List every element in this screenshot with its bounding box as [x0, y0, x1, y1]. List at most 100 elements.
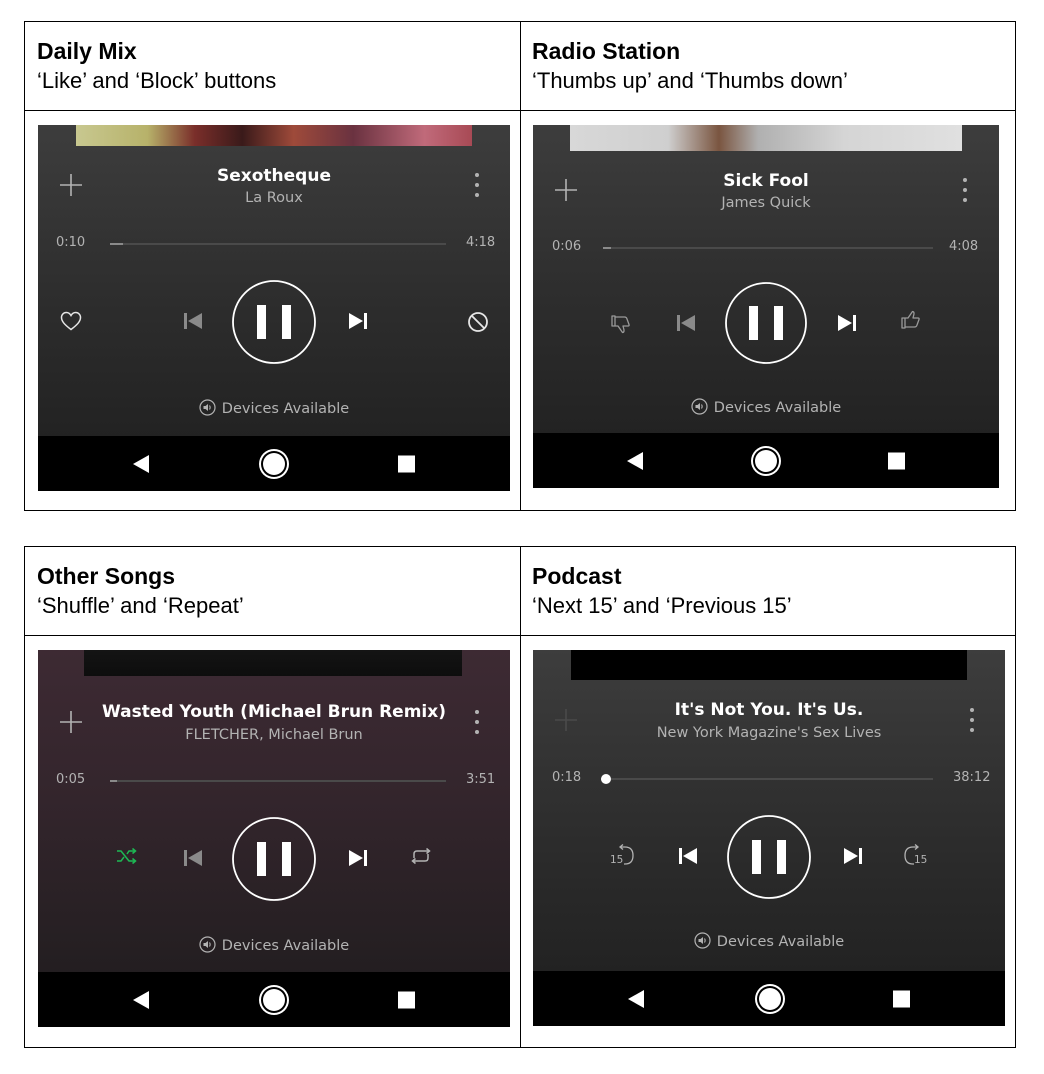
progress-bar[interactable]	[601, 774, 933, 784]
more-options-icon[interactable]	[962, 177, 968, 203]
repeat-icon[interactable]	[410, 847, 432, 865]
android-nav-bar	[533, 971, 1005, 1026]
skip-previous-icon[interactable]	[678, 846, 698, 866]
elapsed-time: 0:05	[56, 772, 86, 787]
panel-heading: Daily Mix	[37, 38, 137, 64]
more-options-icon[interactable]	[969, 707, 975, 733]
track-duration: 4:18	[466, 235, 496, 250]
player-screen-other-songs: Wasted Youth (Michael Brun Remix) FLETCH…	[38, 650, 510, 1027]
recent-apps-icon[interactable]	[893, 990, 910, 1007]
skip-seconds-label: 15	[610, 854, 623, 866]
home-icon[interactable]	[263, 988, 285, 1011]
elapsed-time: 0:10	[56, 235, 86, 250]
home-icon[interactable]	[759, 987, 781, 1010]
skip-previous-icon[interactable]	[676, 313, 696, 333]
track-artist[interactable]: James Quick	[533, 195, 999, 211]
skip-previous-icon[interactable]	[183, 848, 203, 868]
player-screen-podcast: It's Not You. It's Us. New York Magazine…	[533, 650, 1005, 1026]
track-title: Wasted Youth (Michael Brun Remix)	[102, 702, 446, 722]
devices-available[interactable]: Devices Available	[38, 936, 510, 954]
skip-seconds-label: 15	[914, 854, 927, 866]
track-title: Sick Fool	[723, 171, 809, 191]
recent-apps-icon[interactable]	[398, 991, 415, 1008]
android-nav-bar	[38, 436, 510, 491]
progress-fill	[110, 780, 117, 782]
devices-label: Devices Available	[716, 934, 845, 950]
comparison-table-top: Daily Mix ‘Like’ and ‘Block’ buttons Rad…	[24, 21, 1016, 511]
album-art	[76, 125, 472, 146]
home-icon[interactable]	[263, 452, 285, 475]
elapsed-time: 0:18	[552, 770, 582, 785]
track-title: Sexotheque	[217, 166, 331, 186]
speaker-icon	[691, 398, 708, 415]
album-art	[84, 650, 462, 676]
home-icon[interactable]	[755, 449, 777, 472]
thumbs-down-icon[interactable]	[610, 313, 632, 335]
player-screen-daily-mix: Sexotheque La Roux 0:10 4:18 Devices Ava…	[38, 125, 510, 491]
panel-heading: Radio Station	[532, 38, 681, 64]
header-cell-podcast: Podcast ‘Next 15’ and ‘Previous 15’	[520, 547, 1015, 635]
skip-next-icon[interactable]	[348, 311, 368, 331]
heart-icon[interactable]	[60, 311, 82, 331]
track-title: It's Not You. It's Us.	[674, 700, 864, 720]
recent-apps-icon[interactable]	[888, 452, 905, 469]
player-screen-radio-station: Sick Fool James Quick 0:06 4:08 Devices …	[533, 125, 999, 488]
elapsed-time: 0:06	[552, 239, 582, 254]
header-cell-other-songs: Other Songs ‘Shuffle’ and ‘Repeat’	[25, 547, 520, 635]
pause-button[interactable]	[231, 279, 317, 365]
more-options-icon[interactable]	[474, 709, 480, 735]
header-cell-radio-station: Radio Station ‘Thumbs up’ and ‘Thumbs do…	[520, 22, 1015, 110]
track-duration: 4:08	[949, 239, 979, 254]
rewind-15-icon[interactable]: 15	[609, 844, 635, 868]
back-icon[interactable]	[133, 454, 149, 473]
speaker-icon	[694, 932, 711, 949]
forward-15-icon[interactable]: 15	[903, 844, 929, 868]
track-artist[interactable]: FLETCHER, Michael Brun	[38, 727, 510, 743]
progress-fill	[110, 243, 123, 245]
back-icon[interactable]	[133, 990, 149, 1009]
progress-fill	[603, 247, 611, 249]
panel-heading: Other Songs	[37, 563, 176, 589]
panel-subheading: ‘Like’ and ‘Block’ buttons	[37, 68, 277, 93]
progress-bar[interactable]	[110, 243, 446, 245]
more-options-icon[interactable]	[474, 172, 480, 198]
panel-heading: Podcast	[532, 563, 622, 589]
devices-available[interactable]: Devices Available	[38, 399, 510, 417]
skip-previous-icon[interactable]	[183, 311, 203, 331]
skip-next-icon[interactable]	[348, 848, 368, 868]
pause-button[interactable]	[726, 814, 812, 900]
shuffle-icon[interactable]	[116, 847, 138, 865]
panel-subheading: ‘Shuffle’ and ‘Repeat’	[37, 593, 244, 618]
panel-subheading: ‘Thumbs up’ and ‘Thumbs down’	[532, 68, 848, 93]
track-artist[interactable]: New York Magazine's Sex Lives	[533, 725, 1005, 741]
comparison-table-bottom: Other Songs ‘Shuffle’ and ‘Repeat’ Podca…	[24, 546, 1016, 1048]
speaker-icon	[199, 936, 216, 953]
panel-subheading: ‘Next 15’ and ‘Previous 15’	[532, 593, 792, 618]
track-artist[interactable]: La Roux	[38, 190, 510, 206]
header-cell-daily-mix: Daily Mix ‘Like’ and ‘Block’ buttons	[25, 22, 520, 110]
track-duration: 38:12	[953, 770, 991, 785]
skip-next-icon[interactable]	[843, 846, 863, 866]
progress-bar[interactable]	[603, 247, 933, 249]
progress-knob[interactable]	[601, 774, 611, 784]
back-icon[interactable]	[627, 451, 643, 470]
album-art	[571, 650, 967, 680]
android-nav-bar	[38, 972, 510, 1027]
album-art	[570, 125, 962, 151]
track-duration: 3:51	[466, 772, 496, 787]
devices-available[interactable]: Devices Available	[533, 932, 1005, 950]
devices-label: Devices Available	[221, 401, 350, 417]
devices-label: Devices Available	[221, 938, 350, 954]
block-icon[interactable]	[467, 311, 489, 333]
skip-next-icon[interactable]	[837, 313, 857, 333]
progress-bar[interactable]	[110, 780, 446, 782]
devices-label: Devices Available	[713, 400, 842, 416]
recent-apps-icon[interactable]	[398, 455, 415, 472]
android-nav-bar	[533, 433, 999, 488]
devices-available[interactable]: Devices Available	[533, 398, 999, 416]
speaker-icon	[199, 399, 216, 416]
pause-button[interactable]	[724, 281, 808, 365]
pause-button[interactable]	[231, 816, 317, 902]
thumbs-up-icon[interactable]	[900, 309, 922, 331]
back-icon[interactable]	[628, 989, 644, 1008]
